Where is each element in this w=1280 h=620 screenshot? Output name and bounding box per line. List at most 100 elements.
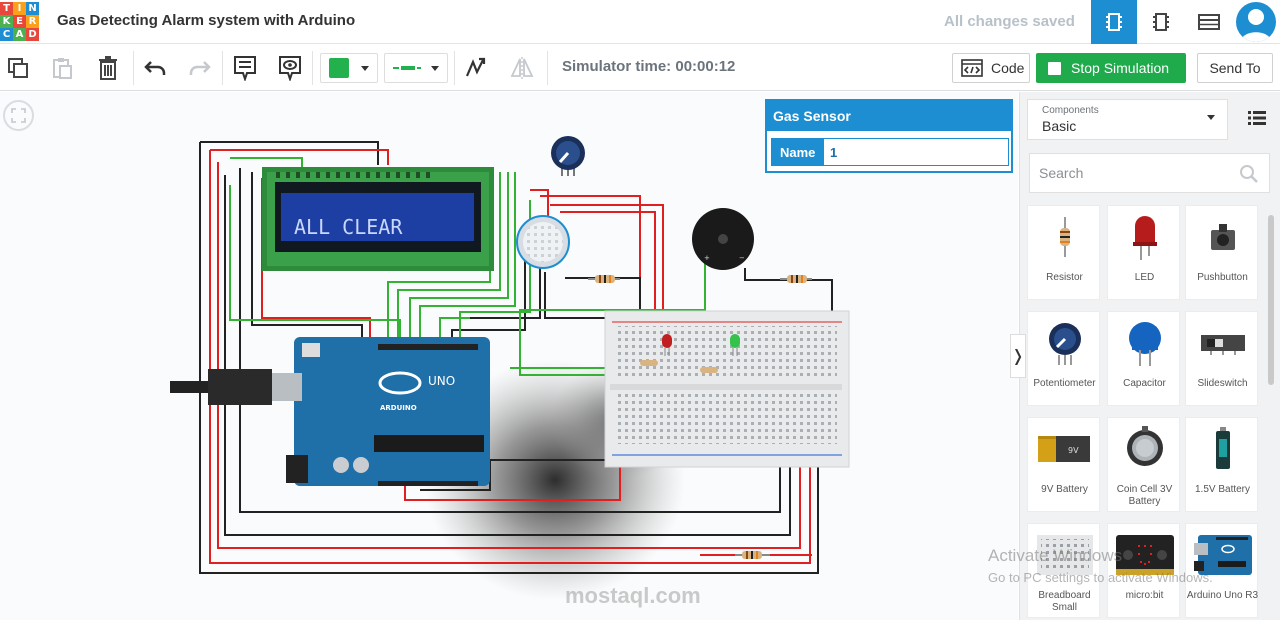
search-box: [1029, 153, 1270, 193]
component-card-potentiometer[interactable]: Potentiometer: [1027, 311, 1100, 406]
toggle-notes-button[interactable]: [277, 53, 303, 83]
save-status: All changes saved: [944, 13, 1075, 30]
editor-toolbar: Simulator time: 00:00:12 Code Stop Simul…: [0, 45, 1280, 91]
component-label: 9V Battery: [1041, 484, 1088, 495]
breadboard[interactable]: [604, 310, 850, 468]
redo-button[interactable]: [187, 53, 213, 83]
code-label: Code: [991, 60, 1025, 76]
collapse-panel-button[interactable]: ❭: [1010, 334, 1026, 378]
schematic-view-icon: [1153, 13, 1169, 31]
rotate-button[interactable]: [462, 53, 488, 83]
color-swatch: [329, 58, 349, 78]
chevron-right-icon: ❭: [1011, 348, 1025, 365]
logo-letter: N: [26, 2, 39, 15]
resistor[interactable]: [588, 275, 620, 283]
logo-letter: K: [0, 15, 13, 28]
svg-text:−: −: [739, 254, 745, 262]
name-label: Name: [772, 139, 824, 165]
logo-letter: C: [0, 28, 13, 41]
copy-icon: [8, 58, 28, 78]
resistor[interactable]: [735, 551, 770, 559]
undo-icon: [144, 61, 166, 75]
components-dropdown[interactable]: Components Basic: [1027, 99, 1228, 140]
list-view-button[interactable]: [1248, 110, 1266, 126]
component-card-pushbutton[interactable]: Pushbutton: [1185, 205, 1258, 300]
logo-letter: R: [26, 15, 39, 28]
flip-button[interactable]: [508, 53, 536, 83]
simulator-time: Simulator time: 00:00:12: [562, 58, 736, 75]
component-label: Pushbutton: [1197, 272, 1248, 283]
components-value: Basic: [1042, 118, 1077, 134]
wire-type-picker[interactable]: [384, 53, 448, 83]
name-field[interactable]: Name 1: [771, 138, 1009, 166]
panel-scrollbar[interactable]: [1266, 205, 1276, 615]
lcd-display[interactable]: ALL CLEAR: [262, 167, 494, 271]
code-button[interactable]: Code: [952, 53, 1030, 83]
stop-simulation-button[interactable]: Stop Simulation: [1036, 53, 1186, 83]
logo-letter: A: [13, 28, 26, 41]
circuit-view-icon: [1106, 13, 1122, 31]
copy-button[interactable]: [4, 53, 32, 83]
component-card-capacitor[interactable]: Capacitor: [1107, 311, 1180, 406]
name-input[interactable]: 1: [824, 139, 1008, 165]
logo-letter: T: [0, 2, 13, 15]
inspector-panel: Gas Sensor Name 1: [765, 99, 1013, 173]
resistor[interactable]: [780, 275, 812, 283]
component-list-icon: [1198, 14, 1220, 30]
search-icon: [1240, 165, 1258, 183]
wire-color-picker[interactable]: [320, 53, 378, 83]
list-icon: [1248, 111, 1266, 125]
svg-text:9V: 9V: [1068, 446, 1079, 455]
arduino-model: UNO: [428, 374, 455, 388]
component-card-coin-cell[interactable]: Coin Cell 3V Battery: [1107, 417, 1180, 512]
redo-icon: [189, 61, 211, 75]
component-list-button[interactable]: [1186, 0, 1232, 44]
mostaql-watermark: mostaql.com: [565, 583, 701, 608]
component-card-9v-battery[interactable]: 9V 9V Battery: [1027, 417, 1100, 512]
battery-aa-icon: [1215, 427, 1230, 469]
chevron-down-icon: [361, 65, 369, 71]
undo-button[interactable]: [142, 53, 168, 83]
component-label: Potentiometer: [1033, 378, 1096, 389]
potentiometer-icon: [1048, 323, 1081, 365]
note-icon: [234, 56, 256, 81]
component-card-1-5v-battery[interactable]: 1.5V Battery: [1185, 417, 1258, 512]
stop-icon: [1048, 61, 1061, 75]
user-avatar[interactable]: [1236, 2, 1276, 42]
slideswitch-icon: [1200, 335, 1245, 355]
trash-icon: [99, 56, 117, 80]
resistor-icon: [1059, 217, 1070, 257]
logo-letter: D: [26, 28, 39, 41]
delete-button[interactable]: [94, 53, 122, 83]
svg-text:+: +: [704, 254, 710, 262]
component-card-resistor[interactable]: Resistor: [1027, 205, 1100, 300]
chevron-down-icon: [431, 65, 439, 71]
project-title[interactable]: Gas Detecting Alarm system with Arduino: [57, 12, 355, 29]
gas-sensor[interactable]: [516, 215, 570, 269]
lcd-text: ALL CLEAR: [294, 215, 403, 239]
component-label: micro:bit: [1125, 590, 1164, 601]
logo-letter: E: [13, 15, 26, 28]
component-label: Resistor: [1046, 272, 1083, 283]
rotate-icon: [465, 57, 486, 77]
paste-button[interactable]: [48, 53, 76, 83]
flip-icon: [510, 57, 534, 79]
send-to-button[interactable]: Send To: [1197, 53, 1273, 83]
circuit-view-button[interactable]: [1091, 0, 1137, 44]
component-label: Breadboard Small: [1038, 590, 1091, 613]
pushbutton-icon: [1210, 224, 1235, 250]
notes-button[interactable]: [232, 53, 258, 83]
capacitor-icon: [1128, 322, 1161, 366]
component-label: Coin Cell 3V Battery: [1116, 484, 1173, 507]
potentiometer[interactable]: [551, 136, 585, 176]
component-card-slideswitch[interactable]: Slideswitch: [1185, 311, 1258, 406]
component-card-led[interactable]: LED: [1107, 205, 1180, 300]
tinkercad-logo[interactable]: T I N K E R C A D: [0, 2, 39, 42]
search-input[interactable]: [1030, 154, 1230, 192]
scroll-thumb[interactable]: [1268, 215, 1274, 385]
eye-note-icon: [279, 56, 301, 81]
schematic-view-button[interactable]: [1138, 0, 1184, 44]
component-label: LED: [1134, 272, 1155, 283]
piezo-buzzer[interactable]: + −: [692, 208, 754, 270]
arduino-brand: ARDUINO: [380, 404, 417, 412]
